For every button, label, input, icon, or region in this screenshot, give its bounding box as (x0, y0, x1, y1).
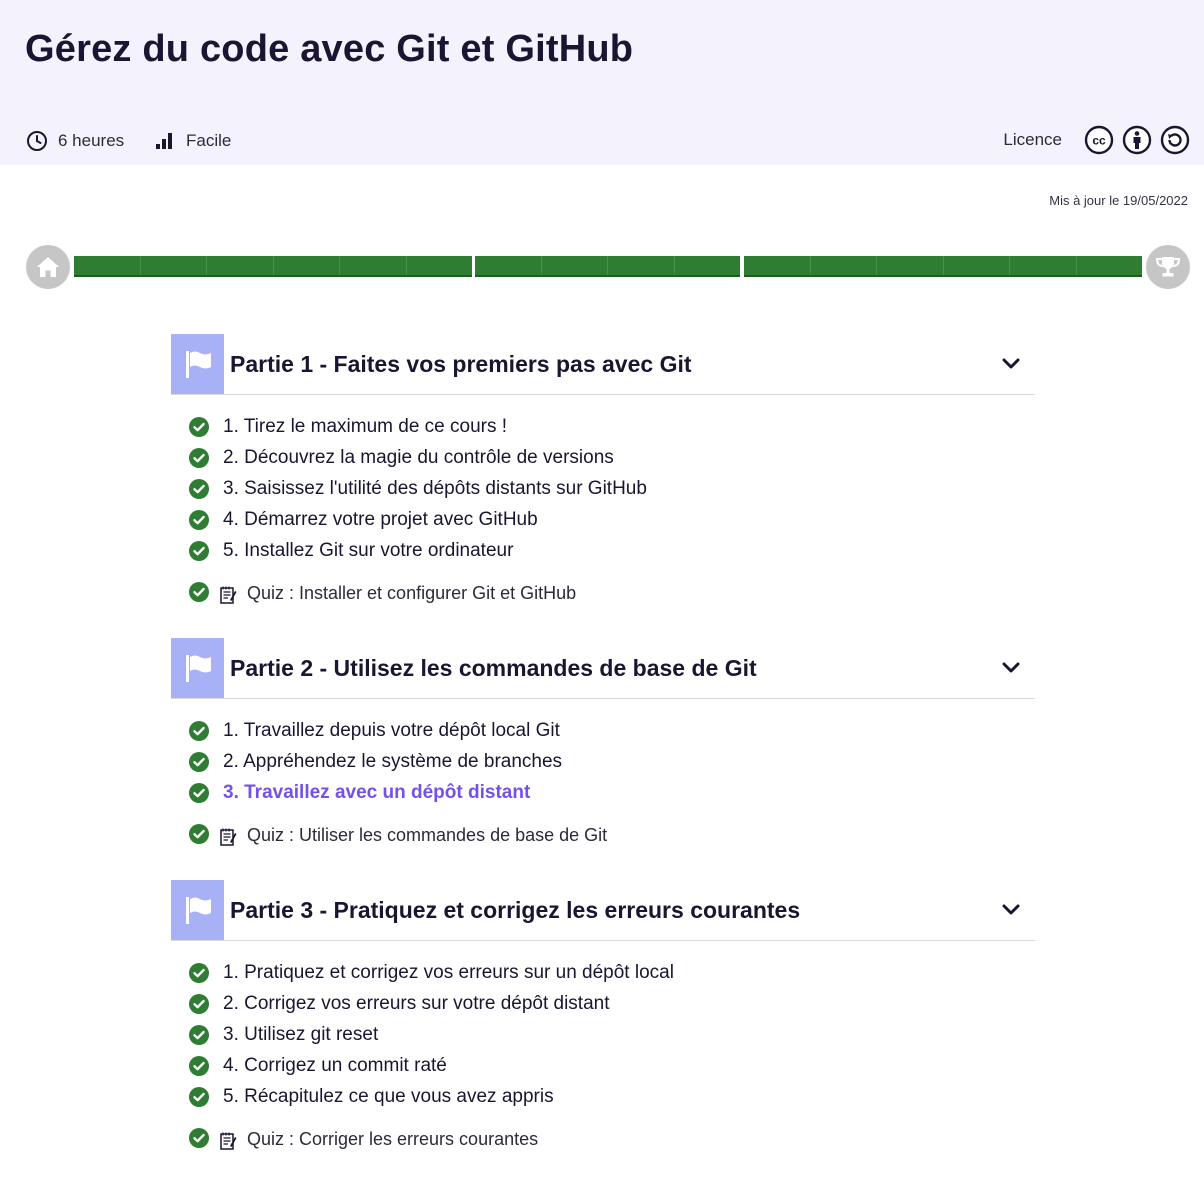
chapter-list: 1. Travaillez depuis votre dépôt local G… (171, 715, 1035, 809)
chapter-link[interactable]: 5. Installez Git sur votre ordinateur (223, 540, 513, 562)
course-completion-button[interactable] (1146, 245, 1190, 289)
quiz-notepad-icon (220, 1132, 237, 1150)
progress-part-3[interactable] (744, 256, 1142, 277)
course-progress (26, 245, 1190, 291)
chapter-item[interactable]: 3. Utilisez git reset (171, 1019, 1035, 1050)
part-badge (171, 638, 224, 698)
chapter-item-current[interactable]: 3. Travaillez avec un dépôt distant (171, 777, 1035, 808)
flag-icon (185, 655, 211, 682)
part-title: Partie 1 - Faites vos premiers pas avec … (230, 350, 692, 377)
course-header: Gérez du code avec Git et GitHub 6 heure… (0, 0, 1204, 165)
collapse-toggle[interactable] (991, 648, 1031, 688)
chapter-link[interactable]: 5. Récapitulez ce que vous avez appris (223, 1086, 554, 1108)
chapter-link[interactable]: 2. Appréhendez le système de branches (223, 751, 562, 773)
chapter-link[interactable]: 2. Corrigez vos erreurs sur votre dépôt … (223, 993, 610, 1015)
difficulty-bars-icon (156, 133, 172, 149)
check-circle-icon (189, 751, 209, 772)
course-home-button[interactable] (26, 245, 70, 289)
chapter-item[interactable]: 2. Corrigez vos erreurs sur votre dépôt … (171, 988, 1035, 1019)
chapter-link[interactable]: 4. Démarrez votre projet avec GitHub (223, 509, 538, 531)
licence-label: Licence (1003, 130, 1062, 149)
part-badge (171, 334, 224, 394)
chapter-item[interactable]: 2. Découvrez la magie du contrôle de ver… (171, 442, 1035, 473)
chapter-item[interactable]: 1. Tirez le maximum de ce cours ! (171, 411, 1035, 442)
chapter-item[interactable]: 5. Installez Git sur votre ordinateur (171, 536, 1035, 567)
cc-icon[interactable]: cc (1084, 125, 1114, 155)
chapter-item[interactable]: 5. Récapitulez ce que vous avez appris (171, 1082, 1035, 1113)
check-circle-icon (189, 782, 209, 803)
chapter-list: 1. Pratiquez et corrigez vos erreurs sur… (171, 957, 1035, 1113)
level-text: Facile (186, 131, 232, 150)
collapse-toggle[interactable] (991, 344, 1031, 384)
check-circle-icon (189, 447, 209, 468)
progress-part-2[interactable] (475, 256, 740, 277)
chevron-down-icon (1002, 904, 1020, 915)
quiz-item[interactable]: Quiz : Installer et configurer Git et Gi… (171, 579, 1035, 605)
flag-icon (185, 897, 211, 924)
check-circle-icon (189, 1024, 209, 1045)
chapter-link[interactable]: 4. Corrigez un commit raté (223, 1055, 447, 1077)
clock-icon (27, 131, 47, 151)
flag-icon (185, 351, 211, 378)
check-circle-icon (189, 581, 209, 602)
check-circle-icon (189, 823, 209, 844)
part-header[interactable]: Partie 2 - Utilisez les commandes de bas… (171, 638, 1035, 699)
course-duration: 6 heures (26, 128, 124, 154)
duration-text: 6 heures (58, 131, 125, 150)
part-title: Partie 3 - Pratiquez et corrigez les err… (230, 896, 801, 923)
chapter-link[interactable]: 1. Pratiquez et corrigez vos erreurs sur… (223, 962, 674, 984)
course-part-2: Partie 2 - Utilisez les commandes de bas… (171, 638, 1035, 847)
svg-text:cc: cc (1092, 134, 1106, 148)
chapter-link[interactable]: 3. Saisissez l'utilité des dépôts distan… (223, 478, 647, 500)
quiz-link[interactable]: Quiz : Installer et configurer Git et Gi… (247, 583, 576, 604)
check-circle-icon (189, 993, 209, 1014)
course-level: Facile (154, 128, 231, 154)
chapter-link[interactable]: 1. Tirez le maximum de ce cours ! (223, 416, 507, 438)
chapter-item[interactable]: 2. Appréhendez le système de branches (171, 746, 1035, 777)
quiz-item[interactable]: Quiz : Corriger les erreurs courantes (171, 1125, 1035, 1151)
chevron-down-icon (1002, 358, 1020, 369)
by-icon[interactable] (1122, 125, 1152, 155)
trophy-icon (1155, 257, 1181, 277)
page-title: Gérez du code avec Git et GitHub (25, 28, 634, 70)
check-circle-icon (189, 416, 209, 437)
chevron-down-icon (1002, 662, 1020, 673)
sa-icon[interactable] (1160, 125, 1190, 155)
chapter-link[interactable]: 3. Travaillez avec un dépôt distant (223, 782, 530, 804)
chapter-item[interactable]: 3. Saisissez l'utilité des dépôts distan… (171, 473, 1035, 504)
part-badge (171, 880, 224, 940)
part-header[interactable]: Partie 1 - Faites vos premiers pas avec … (171, 334, 1035, 395)
collapse-toggle[interactable] (991, 890, 1031, 930)
chapter-item[interactable]: 4. Démarrez votre projet avec GitHub (171, 505, 1035, 536)
check-circle-icon (189, 510, 209, 531)
check-circle-icon (189, 720, 209, 741)
last-updated: Mis à jour le 19/05/2022 (1049, 193, 1188, 208)
part-title: Partie 2 - Utilisez les commandes de bas… (230, 654, 757, 681)
course-part-1: Partie 1 - Faites vos premiers pas avec … (171, 334, 1035, 605)
check-circle-icon (189, 1056, 209, 1077)
chapter-list: 1. Tirez le maximum de ce cours ! 2. Déc… (171, 411, 1035, 567)
chapter-link[interactable]: 1. Travaillez depuis votre dépôt local G… (223, 720, 560, 742)
home-icon (37, 257, 59, 277)
quiz-item[interactable]: Quiz : Utiliser les commandes de base de… (171, 821, 1035, 847)
check-circle-icon (189, 478, 209, 499)
check-circle-icon (189, 1087, 209, 1108)
course-part-3: Partie 3 - Pratiquez et corrigez les err… (171, 880, 1035, 1151)
quiz-link[interactable]: Quiz : Corriger les erreurs courantes (247, 1129, 538, 1150)
check-circle-icon (189, 962, 209, 983)
chapter-item[interactable]: 1. Pratiquez et corrigez vos erreurs sur… (171, 957, 1035, 988)
progress-part-1[interactable] (74, 256, 472, 277)
quiz-notepad-icon (220, 586, 237, 604)
chapter-item[interactable]: 4. Corrigez un commit raté (171, 1051, 1035, 1082)
licence-info[interactable]: Licence cc (1003, 125, 1190, 155)
quiz-notepad-icon (220, 828, 237, 846)
quiz-link[interactable]: Quiz : Utiliser les commandes de base de… (247, 825, 607, 846)
part-header[interactable]: Partie 3 - Pratiquez et corrigez les err… (171, 880, 1035, 941)
chapter-link[interactable]: 3. Utilisez git reset (223, 1024, 378, 1046)
chapter-item[interactable]: 1. Travaillez depuis votre dépôt local G… (171, 715, 1035, 746)
check-circle-icon (189, 1127, 209, 1148)
chapter-link[interactable]: 2. Découvrez la magie du contrôle de ver… (223, 447, 614, 469)
check-circle-icon (189, 541, 209, 562)
